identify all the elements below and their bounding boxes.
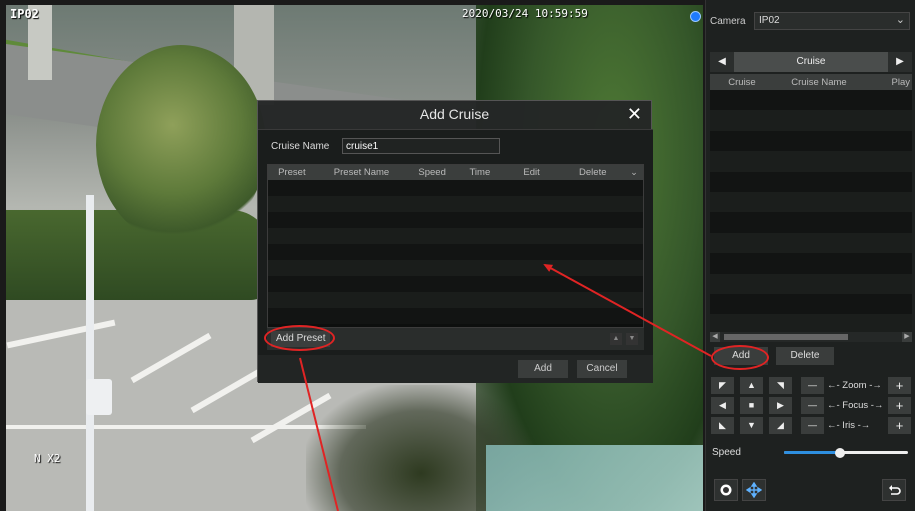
ptz-up-icon[interactable]: ▲ — [740, 377, 763, 394]
highlight-add-preset — [264, 325, 335, 351]
record-indicator-icon — [690, 11, 701, 22]
column-header-time[interactable]: Time — [457, 167, 503, 178]
cruise-name-input[interactable] — [342, 138, 500, 154]
column-header-edit[interactable]: Edit — [503, 167, 561, 178]
scene-glass-canopy — [486, 445, 703, 511]
move-down-icon[interactable]: ▼ — [626, 333, 638, 345]
ptz-up-left-icon[interactable]: ◤ — [711, 377, 734, 394]
back-icon[interactable] — [882, 479, 906, 501]
speed-slider-fill — [784, 451, 840, 454]
speed-label: Speed — [712, 447, 741, 458]
dialog-actions: Add Cancel — [258, 355, 653, 383]
ptz-left-icon[interactable]: ◀ — [711, 397, 734, 414]
ptz-down-right-icon[interactable]: ◢ — [769, 417, 792, 434]
table-row[interactable] — [710, 90, 912, 111]
preset-table-header: Preset Preset Name Speed Time Edit Delet… — [268, 165, 643, 180]
table-row[interactable] — [268, 212, 643, 228]
column-header-cruise[interactable]: Cruise — [710, 77, 774, 88]
iris-close-icon[interactable]: — — [801, 417, 824, 434]
table-row[interactable] — [268, 308, 643, 324]
speed-slider[interactable] — [784, 448, 908, 458]
table-row[interactable] — [710, 232, 912, 254]
iris-label: ←- Iris -→ — [827, 420, 871, 431]
column-header-cruise-name[interactable]: Cruise Name — [774, 77, 864, 88]
ptz-right-icon[interactable]: ▶ — [769, 397, 792, 414]
zoom-in-icon[interactable]: + — [888, 377, 911, 394]
chevron-down-icon[interactable]: ⌄ — [625, 167, 643, 178]
zoom-osd: N X2 — [34, 452, 61, 465]
camera-name-osd: IP02 — [10, 7, 39, 21]
table-row[interactable] — [268, 292, 643, 308]
camera-label: Camera — [710, 16, 746, 27]
zoom-label: ←- Zoom -→ — [827, 380, 882, 391]
ptz-stop-icon[interactable]: ■ — [740, 397, 763, 414]
prev-tab-icon[interactable]: ◀ — [710, 52, 734, 72]
scene-pole — [86, 195, 94, 511]
horizontal-scrollbar[interactable]: ◀ ▶ — [710, 332, 912, 342]
cruise-name-label: Cruise Name — [271, 141, 330, 152]
chevron-down-icon: ⌄ — [895, 14, 905, 26]
ptz-up-right-icon[interactable]: ◥ — [769, 377, 792, 394]
focus-label: ←- Focus -→ — [827, 400, 884, 411]
column-header-delete[interactable]: Delete — [560, 167, 625, 178]
add-button[interactable]: Add — [518, 360, 568, 378]
cancel-button[interactable]: Cancel — [577, 360, 627, 378]
focus-near-icon[interactable]: — — [801, 397, 824, 414]
column-header-play[interactable]: Play — [864, 77, 912, 88]
scroll-left-icon[interactable]: ◀ — [710, 332, 720, 342]
zoom-out-icon[interactable]: — — [801, 377, 824, 394]
iris-open-icon[interactable]: + — [888, 417, 911, 434]
column-header-preset-name[interactable]: Preset Name — [316, 167, 408, 178]
delete-cruise-button[interactable]: Delete — [776, 347, 834, 365]
focus-far-icon[interactable]: + — [888, 397, 911, 414]
ptz-control-panel: Camera IP02 ⌄ ◀ Cruise ▶ Cruise Cruise N… — [705, 0, 915, 511]
dialog-body: Cruise Name Preset Preset Name Speed Tim… — [258, 129, 653, 355]
scrollbar-thumb[interactable] — [724, 334, 848, 340]
table-row[interactable] — [710, 253, 912, 274]
table-row[interactable] — [268, 196, 643, 212]
highlight-add-button — [711, 345, 769, 370]
table-row[interactable] — [710, 273, 912, 294]
table-row[interactable] — [268, 244, 643, 260]
ptz-move-icon[interactable] — [742, 479, 766, 501]
ptz-down-left-icon[interactable]: ◣ — [711, 417, 734, 434]
cruise-table-body — [710, 90, 912, 335]
table-row[interactable] — [710, 151, 912, 172]
move-up-icon[interactable]: ▲ — [610, 333, 622, 345]
column-header-speed[interactable]: Speed — [407, 167, 457, 178]
cruise-table: Cruise Cruise Name Play — [710, 74, 912, 335]
column-header-preset[interactable]: Preset — [268, 167, 316, 178]
cruise-table-header: Cruise Cruise Name Play — [710, 74, 912, 90]
preset-table: Preset Preset Name Speed Time Edit Delet… — [267, 164, 644, 328]
ptz-down-icon[interactable]: ▼ — [740, 417, 763, 434]
table-row[interactable] — [268, 228, 643, 244]
table-row[interactable] — [268, 276, 643, 292]
table-row[interactable] — [710, 212, 912, 233]
dialog-title: Add Cruise — [419, 106, 490, 122]
camera-select[interactable]: IP02 ⌄ — [754, 12, 910, 30]
table-row[interactable] — [710, 110, 912, 131]
table-row[interactable] — [268, 260, 643, 276]
next-tab-icon[interactable]: ▶ — [888, 52, 912, 72]
close-icon[interactable]: ✕ — [627, 104, 642, 124]
table-row[interactable] — [710, 171, 912, 192]
table-row[interactable] — [268, 180, 643, 196]
table-row[interactable] — [710, 293, 912, 315]
timestamp-osd: 2020/03/24 10:59:59 — [462, 7, 588, 20]
record-circle-icon[interactable] — [714, 479, 738, 501]
preset-table-body — [268, 180, 643, 324]
table-row[interactable] — [710, 130, 912, 152]
table-row[interactable] — [710, 191, 912, 213]
scene-sign — [86, 379, 112, 415]
scroll-right-icon[interactable]: ▶ — [902, 332, 912, 342]
camera-select-value: IP02 — [759, 15, 780, 26]
speed-slider-handle[interactable] — [834, 448, 845, 458]
preset-cruise-tab-bar: ◀ Cruise ▶ — [710, 52, 912, 72]
scene-flowering-tree — [96, 45, 266, 245]
tab-cruise[interactable]: Cruise — [734, 52, 888, 72]
